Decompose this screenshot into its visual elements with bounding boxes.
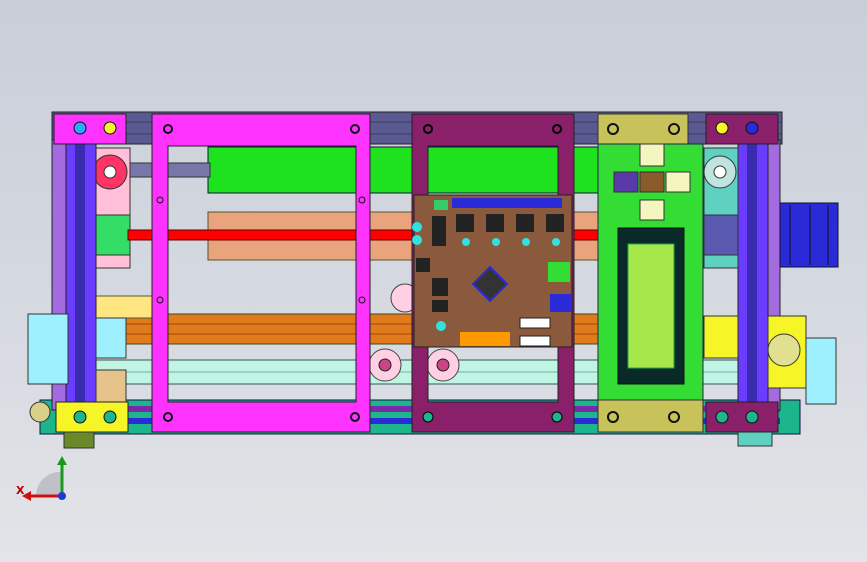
lcd-module <box>597 113 704 433</box>
green-rod-top <box>207 146 609 194</box>
cad-viewport[interactable]: X <box>0 0 867 562</box>
corner-plate-bottom-left <box>55 401 129 449</box>
corner-plate-top-left <box>53 113 127 145</box>
lcd-screen <box>627 243 675 369</box>
coordinate-triad: X <box>14 456 74 506</box>
corner-plate-bottom-right <box>705 401 779 433</box>
corner-plate-top-right <box>705 113 779 145</box>
right-stepper-motor <box>779 202 839 268</box>
assembly-model[interactable] <box>0 0 867 562</box>
controller-board <box>412 194 573 348</box>
x-axis-label: X <box>16 484 25 497</box>
z-axis-arrow-icon <box>58 492 66 500</box>
